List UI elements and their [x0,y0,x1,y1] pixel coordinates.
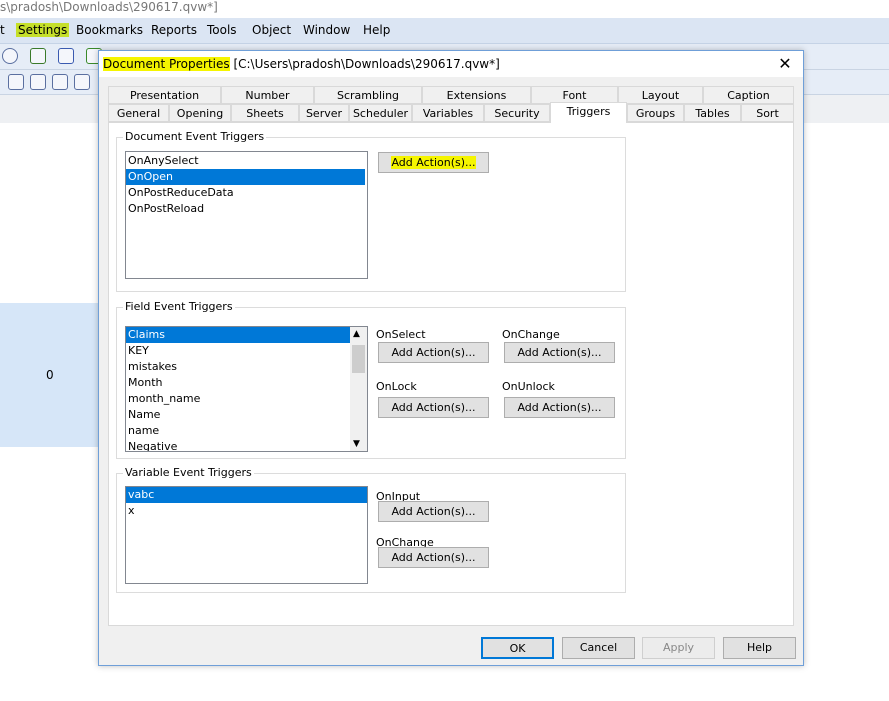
list-item[interactable]: x [126,503,367,519]
document-properties-dialog: Document Properties [C:\Users\pradosh\Do… [98,50,804,666]
tab-opening[interactable]: Opening [169,104,231,122]
chevron-up-icon[interactable]: ▲ [353,329,360,339]
field-list[interactable]: Claims KEY mistakes Month month_name Name name… [125,326,368,452]
onselect-label: OnSelect [376,328,426,341]
tab-variables[interactable]: Variables [412,104,484,122]
onchange-label: OnChange [502,328,560,341]
tab-scheduler[interactable]: Scheduler [349,104,412,122]
tab-tables[interactable]: Tables [684,104,741,122]
list-item[interactable]: name [126,423,350,439]
list-item[interactable]: OnPostReduceData [126,185,367,201]
menu-tools[interactable]: Tools [205,23,239,37]
list-object-icon[interactable] [74,74,90,90]
variable-event-triggers-group: Variable Event Triggers vabc x OnInput Ad… [116,466,626,593]
list-item[interactable]: OnOpen [126,169,365,185]
cell-value: 0 [46,368,54,382]
tab-triggers[interactable]: Triggers [550,102,627,123]
dialog-title: Document Properties [C:\Users\pradosh\Do… [103,57,500,71]
menu-window[interactable]: Window [301,23,352,37]
onchange-add-action-button[interactable]: Add Action(s)... [504,342,615,363]
chevron-down-icon[interactable]: ▼ [353,439,360,449]
oninput-add-action-button[interactable]: Add Action(s)... [378,501,489,522]
tab-sheets[interactable]: Sheets [231,104,299,122]
chart-icon[interactable] [58,48,74,64]
menu-settings[interactable]: Settings [16,23,70,37]
apply-button[interactable]: Apply [642,637,715,659]
button-object-icon[interactable] [30,74,46,90]
list-item[interactable]: month_name [126,391,350,407]
list-item[interactable]: OnAnySelect [126,153,367,169]
variable-list[interactable]: vabc x [125,486,368,584]
list-item[interactable]: Negative [126,439,350,451]
triggers-panel: Document Event Triggers OnAnySelect OnOpe… [108,122,794,626]
ok-button[interactable]: OK [481,637,554,659]
tab-number[interactable]: Number [221,86,314,104]
menu-edit[interactable]: t [0,23,7,37]
dialog-title-highlight: Document Properties [103,57,230,71]
document-event-triggers-group: Document Event Triggers OnAnySelect OnOpe… [116,130,626,292]
list-item[interactable]: mistakes [126,359,350,375]
tab-groups[interactable]: Groups [627,104,684,122]
checkbox-object-icon[interactable] [8,74,24,90]
menu-bar: t Settings Bookmarks Reports Tools Objec… [0,18,889,44]
tab-security[interactable]: Security [484,104,550,122]
document-event-list[interactable]: OnAnySelect OnOpen OnPostReduceData OnPostR… [125,151,368,279]
tab-sort[interactable]: Sort [741,104,794,122]
cancel-button[interactable]: Cancel [562,637,635,659]
tab-general[interactable]: General [108,104,169,122]
menu-bookmarks[interactable]: Bookmarks [74,23,145,37]
list-item[interactable]: OnPostReload [126,201,367,217]
onlock-label: OnLock [376,380,417,393]
field-event-triggers-group: Field Event Triggers Claims KEY mistakes Mo… [116,300,626,459]
group-label: Document Event Triggers [123,130,267,143]
button-label: Add Action(s)... [391,156,476,169]
scrollbar-thumb[interactable] [352,345,365,373]
tab-caption[interactable]: Caption [703,86,794,104]
list-item[interactable]: Month [126,375,350,391]
dialog-title-bar: Document Properties [C:\Users\pradosh\Do… [99,51,803,77]
document-add-action-button[interactable]: Add Action(s)... [378,152,489,173]
list-item[interactable]: KEY [126,343,350,359]
tab-presentation[interactable]: Presentation [108,86,221,104]
app-title: s\pradosh\Downloads\290617.qvw*] [0,0,218,14]
onlock-add-action-button[interactable]: Add Action(s)... [378,397,489,418]
help-button[interactable]: Help [723,637,796,659]
onunlock-add-action-button[interactable]: Add Action(s)... [504,397,615,418]
tab-extensions[interactable]: Extensions [422,86,531,104]
text-object-icon[interactable] [52,74,68,90]
dialog-title-path: [C:\Users\pradosh\Downloads\290617.qvw*] [229,57,500,71]
close-icon[interactable]: ✕ [775,54,795,73]
search-icon[interactable] [2,48,18,64]
tab-server[interactable]: Server [299,104,349,122]
tab-scrambling[interactable]: Scrambling [314,86,422,104]
group-label: Variable Event Triggers [123,466,254,479]
menu-object[interactable]: Object [250,23,293,37]
list-item[interactable]: Claims [126,327,350,343]
list-item[interactable]: vabc [126,487,367,503]
onselect-add-action-button[interactable]: Add Action(s)... [378,342,489,363]
menu-reports[interactable]: Reports [149,23,199,37]
scrollbar[interactable]: ▲ ▼ [350,327,367,451]
group-label: Field Event Triggers [123,300,235,313]
checkbox-icon[interactable] [30,48,46,64]
tab-layout[interactable]: Layout [618,86,703,104]
onunlock-label: OnUnlock [502,380,555,393]
menu-help[interactable]: Help [361,23,392,37]
list-item[interactable]: Name [126,407,350,423]
variable-onchange-add-action-button[interactable]: Add Action(s)... [378,547,489,568]
